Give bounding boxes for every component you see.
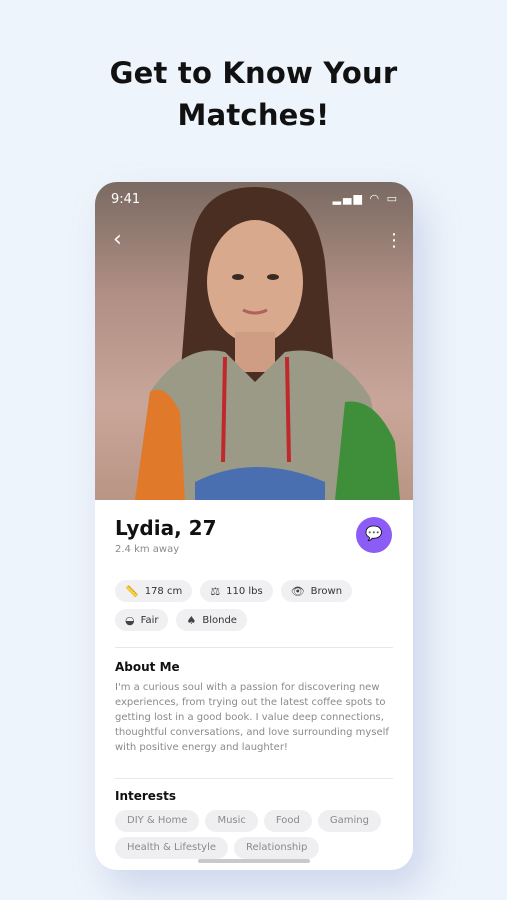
divider [115, 647, 393, 648]
attributes-row-2: ◒ Fair ♠ Blonde [115, 609, 247, 631]
page-headline: Get to Know Your Matches! [0, 52, 507, 136]
profile-photo-illustration [135, 187, 400, 500]
attribute-label: Brown [310, 585, 343, 597]
status-time: 9:41 [111, 192, 141, 207]
skin-icon: ◒ [125, 613, 135, 627]
interest-chip[interactable]: Relationship [234, 837, 320, 859]
about-text: I'm a curious soul with a passion for di… [115, 682, 389, 753]
interest-chip[interactable]: Food [263, 810, 312, 832]
about-title: About Me [115, 660, 180, 674]
chat-bubble-icon: 💬 [365, 526, 383, 542]
attributes-row-1: 📏 178 cm ⚖ 110 lbs 👁 Brown [115, 580, 353, 602]
profile-photo: 9:41 ▂▄▆ ◠ ▭ ‹ ⋮ [95, 182, 413, 500]
hair-icon: ♠ [186, 613, 197, 627]
signal-icon: ▂▄▆ [332, 192, 364, 205]
ruler-icon: 📏 [125, 584, 139, 598]
home-indicator [198, 859, 310, 863]
attribute-chip-height: 📏 178 cm [115, 580, 193, 602]
interests-row-1: DIY & Home Music Food Gaming [115, 810, 381, 832]
interest-chip[interactable]: Health & Lifestyle [115, 837, 228, 859]
phone-mockup: 9:41 ▂▄▆ ◠ ▭ ‹ ⋮ Lydia, 27 2.4 km away 💬… [95, 182, 413, 870]
headline-line-2: Matches! [177, 98, 330, 132]
attribute-chip-skin: ◒ Fair [115, 609, 169, 631]
attribute-label: Fair [140, 614, 159, 626]
interest-chip[interactable]: Music [205, 810, 258, 832]
scale-icon: ⚖ [210, 584, 221, 598]
status-icons: ▂▄▆ ◠ ▭ [333, 192, 399, 205]
attribute-chip-hair: ♠ Blonde [176, 609, 247, 631]
attribute-label: 110 lbs [226, 585, 263, 597]
chat-button[interactable]: 💬 [356, 517, 392, 553]
interest-chip[interactable]: Gaming [317, 810, 381, 832]
interests-title: Interests [115, 789, 176, 803]
attribute-label: Blonde [202, 614, 237, 626]
interests-row-2: Health & Lifestyle Relationship [115, 837, 320, 859]
headline-line-1: Get to Know Your [109, 56, 398, 90]
more-options-button[interactable]: ⋮ [385, 230, 403, 252]
profile-name: Lydia, 27 [115, 516, 217, 540]
more-vertical-icon: ⋮ [385, 230, 403, 251]
attribute-label: 178 cm [144, 585, 183, 597]
eye-icon: 👁 [290, 584, 305, 598]
battery-icon: ▭ [386, 192, 399, 205]
chevron-left-icon: ‹ [113, 227, 122, 252]
profile-distance: 2.4 km away [115, 544, 180, 555]
interest-chip[interactable]: DIY & Home [115, 810, 200, 832]
back-button[interactable]: ‹ [113, 228, 133, 252]
attribute-chip-eyes: 👁 Brown [280, 580, 353, 602]
attribute-chip-weight: ⚖ 110 lbs [200, 580, 273, 602]
divider [115, 778, 393, 779]
wifi-icon: ◠ [369, 192, 382, 205]
